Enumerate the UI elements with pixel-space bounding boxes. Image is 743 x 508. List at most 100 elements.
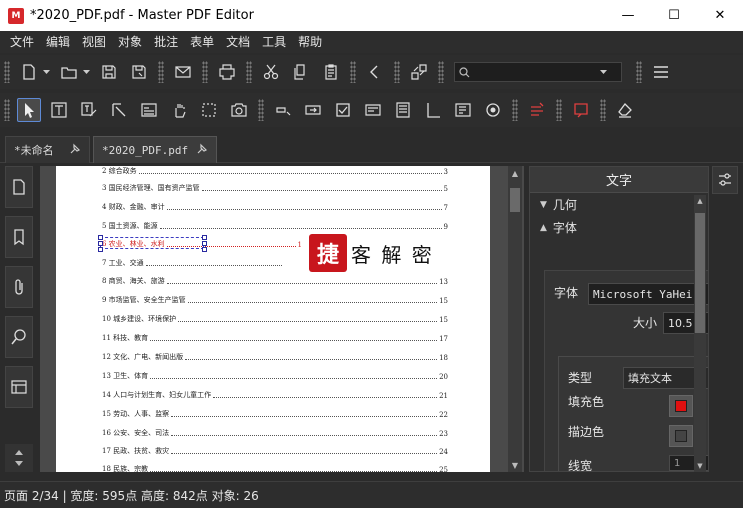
bookmarks-panel-button[interactable] <box>5 216 33 258</box>
search-input[interactable] <box>470 66 600 78</box>
toolbar-grip[interactable] <box>246 61 252 83</box>
toolbar-grip[interactable] <box>636 61 642 83</box>
pages-panel-button[interactable] <box>5 166 33 208</box>
text-markup-icon[interactable] <box>525 98 549 122</box>
search-box[interactable] <box>454 62 622 82</box>
chevron-up-icon[interactable] <box>15 450 23 455</box>
toc-row[interactable]: 9 市场监管、安全生产监管 15 <box>102 291 448 305</box>
link-icon[interactable] <box>271 98 295 122</box>
toc-row[interactable]: 16 公安、安全、司法 23 <box>102 424 448 438</box>
pin-icon[interactable] <box>69 143 81 158</box>
scroll-down-arrow[interactable]: ▼ <box>508 458 522 472</box>
toolbar-grip[interactable] <box>556 99 562 121</box>
form-icon[interactable] <box>137 98 161 122</box>
combobox-field-icon[interactable] <box>361 98 385 122</box>
fill-color-swatch[interactable] <box>669 395 693 417</box>
resize-handle[interactable] <box>98 241 103 246</box>
fit-page-icon[interactable] <box>407 60 431 84</box>
email-icon[interactable] <box>171 60 195 84</box>
edit-text-icon[interactable] <box>77 98 101 122</box>
paste-icon[interactable] <box>319 60 343 84</box>
toc-row[interactable]: 2 综合政务 3 <box>102 166 448 176</box>
toc-row[interactable]: 18 民族、宗教 25 <box>102 460 448 472</box>
toc-row[interactable]: 14 人口与计划生育、妇女儿童工作 21 <box>102 386 448 400</box>
document-scrollbar[interactable]: ▲ ▼ <box>508 166 522 472</box>
menu-edit[interactable]: 编辑 <box>40 31 76 53</box>
menu-form[interactable]: 表单 <box>184 31 220 53</box>
scroll-up-arrow[interactable]: ▲ <box>694 195 706 207</box>
toolbar-grip[interactable] <box>4 99 10 121</box>
font-section[interactable]: ▲ 字体 <box>530 216 708 239</box>
scroll-up-arrow[interactable]: ▲ <box>508 166 522 180</box>
layers-panel-button[interactable] <box>5 366 33 408</box>
toolbar-grip[interactable] <box>512 99 518 121</box>
chevron-down-icon[interactable] <box>82 60 90 84</box>
maximize-button[interactable]: ☐ <box>651 0 697 31</box>
toolbar-grip[interactable] <box>394 61 400 83</box>
pdf-page[interactable]: 2 综合政务 3 3 国民经济管理、国有资产监管 5 4 财政、金融、审计 7 5 国… <box>56 166 490 472</box>
toolbar-grip[interactable] <box>4 61 10 83</box>
chevron-down-icon[interactable] <box>600 69 607 75</box>
measure-icon[interactable] <box>421 98 445 122</box>
radio-field-icon[interactable] <box>481 98 505 122</box>
select-arrow-icon[interactable] <box>17 98 41 122</box>
toc-row[interactable]: 15 劳动、人事、监察 22 <box>102 405 448 419</box>
chevron-down-icon[interactable] <box>42 60 50 84</box>
toolbar-grip[interactable] <box>202 61 208 83</box>
snapshot-icon[interactable] <box>227 98 251 122</box>
toc-row[interactable]: 10 城乡建设、环境保护 15 <box>102 310 448 324</box>
menu-tools[interactable]: 工具 <box>256 31 292 53</box>
menu-view[interactable]: 视图 <box>76 31 112 53</box>
open-folder-icon[interactable] <box>57 60 81 84</box>
toolbar-grip[interactable] <box>158 61 164 83</box>
menu-comment[interactable]: 批注 <box>148 31 184 53</box>
resize-handle[interactable] <box>98 247 103 252</box>
toolbar-grip[interactable] <box>350 61 356 83</box>
toc-row[interactable]: 8 商贸、海关、旅游 13 <box>102 272 448 286</box>
save-as-icon[interactable] <box>127 60 151 84</box>
marquee-icon[interactable] <box>197 98 221 122</box>
scroll-down-arrow[interactable]: ▼ <box>694 460 706 472</box>
properties-toggle-button[interactable] <box>712 166 738 194</box>
scrollbar-thumb[interactable] <box>510 188 520 212</box>
tab-2020-pdf[interactable]: *2020_PDF.pdf <box>93 136 217 163</box>
hamburger-menu-icon[interactable] <box>649 60 673 84</box>
close-button[interactable]: ✕ <box>697 0 743 31</box>
resize-handle[interactable] <box>202 247 207 252</box>
toc-row[interactable]: 7 工业、交通 <box>102 254 282 268</box>
hand-icon[interactable] <box>167 98 191 122</box>
toolbar-grip[interactable] <box>258 99 264 121</box>
tab-untitled[interactable]: *未命名 <box>5 136 90 163</box>
text-selection-box[interactable] <box>100 237 204 249</box>
resize-handle[interactable] <box>98 235 103 240</box>
properties-scrollbar[interactable]: ▲ ▼ <box>694 195 706 472</box>
toc-row[interactable]: 5 国土资源、能源 9 <box>102 217 448 231</box>
toolbar-grip[interactable] <box>438 61 444 83</box>
pin-icon[interactable] <box>196 143 208 158</box>
save-icon[interactable] <box>97 60 121 84</box>
eraser-icon[interactable] <box>613 98 637 122</box>
menu-document[interactable]: 文档 <box>220 31 256 53</box>
menu-object[interactable]: 对象 <box>112 31 148 53</box>
geometry-section[interactable]: ▼ 几何 <box>530 193 708 216</box>
scrollbar-thumb[interactable] <box>695 213 705 333</box>
copy-icon[interactable] <box>289 60 313 84</box>
print-icon[interactable] <box>215 60 239 84</box>
new-doc-icon[interactable] <box>17 60 41 84</box>
resize-handle[interactable] <box>202 241 207 246</box>
resize-handle[interactable] <box>202 235 207 240</box>
text-field-icon[interactable] <box>451 98 475 122</box>
checkbox-field-icon[interactable] <box>331 98 355 122</box>
listbox-field-icon[interactable] <box>391 98 415 122</box>
stroke-color-swatch[interactable] <box>669 425 693 447</box>
toc-row[interactable]: 4 财政、金融、审计 7 <box>102 198 448 212</box>
toc-row[interactable]: 12 文化、广电、新闻出版 18 <box>102 348 448 362</box>
rectangle-annot-icon[interactable] <box>569 98 593 122</box>
edit-object-icon[interactable] <box>107 98 131 122</box>
cut-icon[interactable] <box>259 60 283 84</box>
toc-row[interactable]: 3 国民经济管理、国有资产监管 5 <box>102 179 448 193</box>
minimize-button[interactable]: — <box>605 0 651 31</box>
toc-row[interactable]: 17 民政、扶贫、救灾 24 <box>102 442 448 456</box>
chevron-down-icon[interactable] <box>15 461 23 466</box>
document-view[interactable]: 2 综合政务 3 3 国民经济管理、国有资产监管 5 4 财政、金融、审计 7 5 国… <box>40 166 524 472</box>
